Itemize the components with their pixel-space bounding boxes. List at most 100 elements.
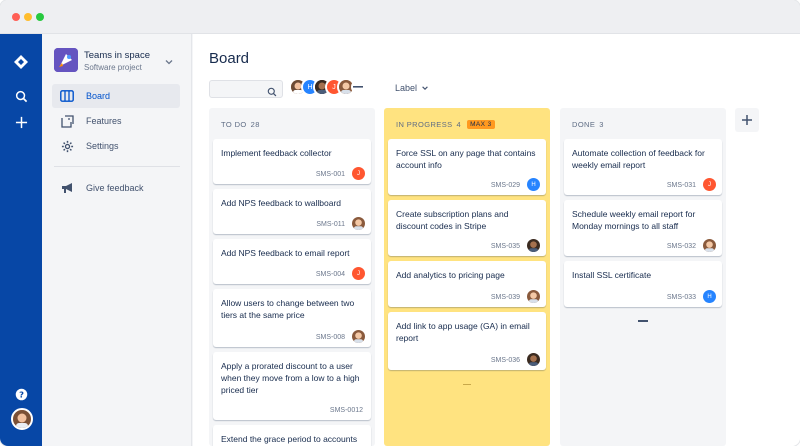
column-count: 28 (250, 120, 260, 129)
plus-icon (742, 115, 752, 125)
more-avatars-icon[interactable] (351, 80, 365, 94)
card-title: Create subscription plans and discount c… (396, 209, 509, 231)
close-window-button[interactable] (12, 13, 20, 21)
board-main: Board H J Label TO DO 28 Implement feedb… (193, 34, 800, 446)
issue-key: SMS-004 (315, 271, 345, 278)
sidebar-divider (54, 166, 180, 167)
card-title: Extend the grace period to accounts (221, 434, 358, 444)
avatar[interactable] (11, 408, 33, 430)
assignee-avatar (703, 239, 716, 252)
card-title: Add analytics to pricing page (396, 270, 505, 280)
app-window: ? Teams in space Software project Board … (0, 0, 800, 446)
issue-key: SMS-032 (666, 243, 696, 250)
sidebar-item-label: Settings (86, 141, 119, 151)
issue-key: SMS-029 (490, 182, 520, 189)
sidebar-item-board[interactable]: Board (52, 84, 180, 108)
avatar-initial: J (708, 181, 711, 188)
issue-card[interactable]: Add NPS feedback to wallboard SMS-011 (213, 189, 371, 234)
issue-card[interactable]: Extend the grace period to accounts (213, 425, 371, 446)
sidebar-item-settings[interactable]: Settings (52, 134, 180, 158)
issue-card[interactable]: Implement feedback collector SMS-001 J (213, 139, 371, 184)
chevron-down-icon[interactable] (164, 54, 174, 65)
project-name[interactable]: Teams in space (84, 50, 150, 61)
jira-logo-icon[interactable] (11, 52, 31, 72)
sidebar-item-give-feedback[interactable]: Give feedback (52, 176, 180, 200)
label-filter-dropdown[interactable]: Label (395, 83, 429, 93)
minimize-window-button[interactable] (24, 13, 32, 21)
avatar-initial: H (307, 83, 313, 91)
search-icon (267, 84, 277, 97)
card-title: Add NPS feedback to wallboard (221, 198, 342, 208)
svg-text:?: ? (19, 389, 24, 399)
issue-key: SMS-0012 (329, 407, 363, 414)
issue-key: SMS-008 (315, 334, 345, 341)
board-icon (60, 89, 74, 103)
avatar-initial: H (531, 181, 536, 188)
column-title: DONE (572, 120, 596, 129)
assignee-avatar: J (352, 167, 365, 180)
card-title: Automate collection of feedback for week… (572, 148, 705, 170)
global-nav: ? (0, 34, 42, 446)
label-filter-text: Label (395, 83, 418, 93)
assignee-avatar (527, 353, 540, 366)
sidebar-item-features[interactable]: Features (52, 109, 180, 133)
avatar-initial: J (357, 170, 360, 177)
assignee-avatar (352, 330, 365, 343)
help-icon[interactable]: ? (11, 384, 31, 404)
assignee-avatar: J (703, 178, 716, 191)
column-header: TO DO 28 (221, 120, 260, 129)
issue-card[interactable]: Schedule weekly email report for Monday … (564, 200, 722, 256)
wip-limit-badge: MAX 3 (467, 120, 495, 129)
column-count: 3 (599, 120, 604, 129)
issue-card[interactable]: Create subscription plans and discount c… (388, 200, 546, 256)
assignee-avatar (352, 217, 365, 230)
project-type: Software project (84, 63, 142, 72)
avatar-initial: J (332, 83, 336, 91)
column-todo: TO DO 28 Implement feedback collector SM… (209, 108, 375, 446)
project-avatar[interactable] (54, 48, 78, 72)
maximize-window-button[interactable] (36, 13, 44, 21)
issue-card[interactable]: Automate collection of feedback for week… (564, 139, 722, 195)
add-column-button[interactable] (735, 108, 759, 132)
search-icon[interactable] (11, 86, 31, 106)
issue-card[interactable]: Apply a prorated discount to a user when… (213, 352, 371, 420)
search-input[interactable] (209, 80, 283, 98)
issue-key: SMS-039 (490, 294, 520, 301)
assignee-avatar: J (352, 267, 365, 280)
card-title: Add link to app usage (GA) in email repo… (396, 321, 530, 343)
issue-card[interactable]: Allow users to change between two tiers … (213, 289, 371, 347)
project-sidebar: Teams in space Software project Board Fe… (42, 34, 192, 446)
issue-key: SMS-011 (316, 221, 345, 228)
issue-card[interactable]: Install SSL certificate SMS-033 H (564, 261, 722, 307)
gear-icon (60, 139, 74, 153)
assignee-avatar: H (527, 178, 540, 191)
column-done: DONE 3 Automate collection of feedback f… (560, 108, 726, 446)
issue-key: SMS-036 (490, 357, 520, 364)
card-title: Allow users to change between two tiers … (221, 298, 355, 320)
sidebar-item-label: Give feedback (86, 183, 144, 193)
card-title: Force SSL on any page that contains acco… (396, 148, 536, 170)
column-header: DONE 3 (572, 120, 604, 129)
issue-key: SMS-033 (666, 294, 696, 301)
column-divider (638, 320, 648, 322)
card-title: Install SSL certificate (572, 270, 652, 280)
issue-card[interactable]: Add link to app usage (GA) in email repo… (388, 312, 546, 370)
assignee-avatar (527, 290, 540, 303)
issue-card[interactable]: Add analytics to pricing page SMS-039 (388, 261, 546, 307)
issue-key: SMS-031 (666, 182, 696, 189)
avatar-initial: J (357, 270, 360, 277)
card-title: Apply a prorated discount to a user when… (221, 361, 360, 395)
card-title: Implement feedback collector (221, 148, 332, 158)
avatar-initial: H (707, 293, 712, 300)
issue-card[interactable]: Add NPS feedback to email report SMS-004… (213, 239, 371, 284)
assignee-avatar (527, 239, 540, 252)
features-icon (60, 114, 74, 128)
card-title: Add NPS feedback to email report (221, 248, 350, 258)
column-title: IN PROGRESS (396, 120, 453, 129)
assignee-avatar: H (703, 290, 716, 303)
page-title: Board (209, 50, 250, 67)
megaphone-icon (60, 181, 74, 195)
issue-card[interactable]: Force SSL on any page that contains acco… (388, 139, 546, 195)
issue-key: SMS-001 (315, 171, 345, 178)
plus-icon[interactable] (11, 112, 31, 132)
